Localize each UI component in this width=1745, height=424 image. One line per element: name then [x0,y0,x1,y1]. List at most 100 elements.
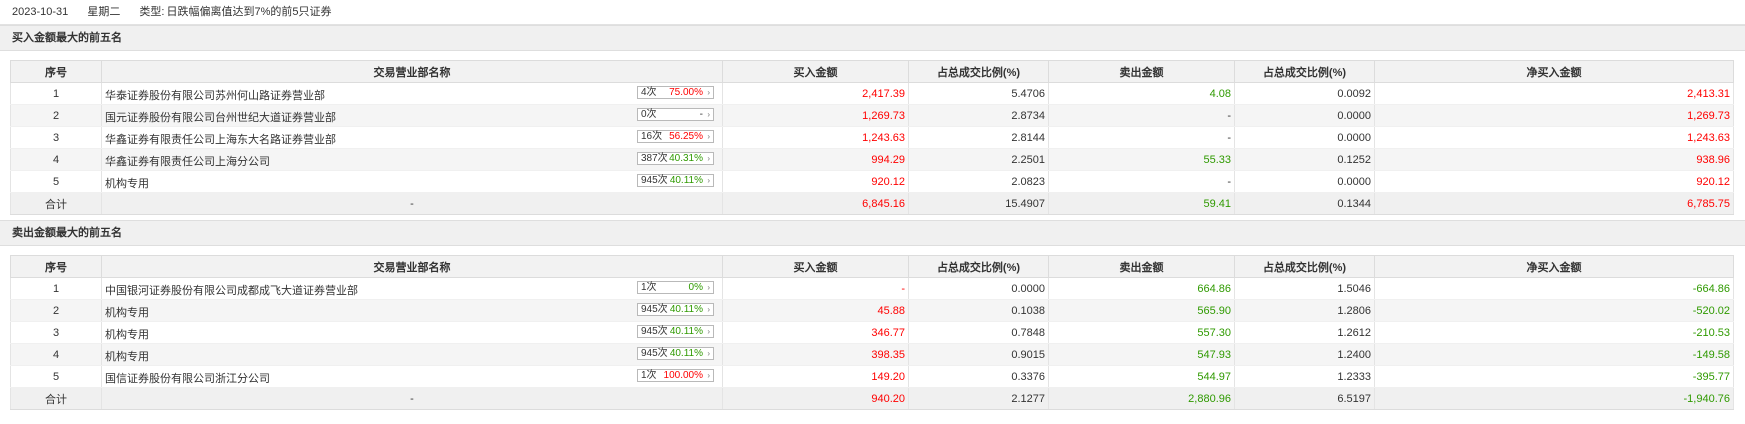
sell-amount: 544.97 [1048,365,1235,388]
col-header-sell-ratio: 占总成交比例(%) [1234,255,1375,278]
sell-ratio: 0.0000 [1234,170,1375,193]
branch-stats-link[interactable]: 0次 - › [637,108,714,121]
sell-ratio: 1.2612 [1234,321,1375,344]
total-sell-amount: 59.41 [1048,192,1235,215]
branch-name[interactable]: 机构专用 [105,348,149,364]
branch-stats-link[interactable]: 16次 56.25% › [637,130,714,143]
branch-stats-link[interactable]: 387次 40.31% › [637,152,714,165]
branch-stats-link[interactable]: 1次 0% › [637,281,714,294]
sell-ratio: 1.2806 [1234,299,1375,322]
branch-cell: 国信证券股份有限公司浙江分公司 1次 100.00% › [101,365,723,388]
sell-amount: 557.30 [1048,321,1235,344]
total-sell-ratio: 6.5197 [1234,387,1375,410]
col-header-index: 序号 [10,60,102,83]
trade-date: 2023-10-31 [12,6,69,18]
col-header-sell-ratio: 占总成交比例(%) [1234,60,1375,83]
chevron-right-icon: › [707,154,710,163]
total-row: 合计 -6,845.16 15.4907 59.41 0.1344 6,785.75 [10,192,1734,215]
table-row: 5 机构专用 945次 40.11% › 920.12 2.0823-0.0000 920.1… [10,170,1734,193]
sell-ratio: 1.2333 [1234,365,1375,388]
branch-stats-link[interactable]: 1次 100.00% › [637,369,714,382]
chevron-right-icon: › [707,305,710,314]
sell-top5-table: 序号 交易营业部名称 买入金额 占总成交比例(%) 卖出金额 占总成交比例(%)… [10,255,1734,410]
sell-amount: 664.86 [1048,277,1235,300]
branch-name[interactable]: 华泰证券股份有限公司苏州何山路证券营业部 [105,87,325,103]
chevron-right-icon: › [707,88,710,97]
sell-ratio: 0.0000 [1234,104,1375,127]
row-index: 3 [10,321,102,344]
win-rate: 100.00% [663,370,703,381]
total-buy-amount: 940.20 [722,387,909,410]
branch-name[interactable]: 机构专用 [105,326,149,342]
buy-amount: 994.29 [722,148,909,171]
buy-table-header: 序号 交易营业部名称 买入金额 占总成交比例(%) 卖出金额 占总成交比例(%)… [10,60,1734,83]
branch-name[interactable]: 国元证券股份有限公司台州世纪大道证券营业部 [105,109,336,125]
buy-top5-table: 序号 交易营业部名称 买入金额 占总成交比例(%) 卖出金额 占总成交比例(%)… [10,60,1734,215]
net-buy-amount: 2,413.31 [1374,82,1734,105]
type-value: 日跌幅偏离值达到7%的前5只证券 [166,6,332,18]
buy-ratio: 2.2501 [908,148,1049,171]
table-row: 1 华泰证券股份有限公司苏州何山路证券营业部 4次 75.00% › 2,417.39 5.… [10,82,1734,105]
branch-name[interactable]: 国信证券股份有限公司浙江分公司 [105,370,270,386]
buy-amount: - [722,277,909,300]
total-label: 合计 [10,387,102,410]
branch-name[interactable]: 机构专用 [105,175,149,191]
net-buy-amount: -520.02 [1374,299,1734,322]
branch-name[interactable]: 中国银河证券股份有限公司成都成飞大道证券营业部 [105,282,358,298]
branch-stats-link[interactable]: 945次 40.11% › [637,303,714,316]
total-net-buy: 6,785.75 [1374,192,1734,215]
branch-stats-link[interactable]: 945次 40.11% › [637,174,714,187]
col-header-sell-amount: 卖出金额 [1048,255,1235,278]
col-header-buy-ratio: 占总成交比例(%) [908,255,1049,278]
listing-count: 387次 [641,153,668,164]
buy-ratio: 5.4706 [908,82,1049,105]
listing-count: 945次 [641,348,668,359]
branch-stats-link[interactable]: 4次 75.00% › [637,86,714,99]
win-rate: 40.11% [669,326,703,337]
chevron-right-icon: › [707,349,710,358]
table-row: 1 中国银河证券股份有限公司成都成飞大道证券营业部 1次 0% › -0.0000 664.… [10,277,1734,300]
col-header-net-buy: 净买入金额 [1374,255,1734,278]
sell-ratio: 0.0000 [1234,126,1375,149]
branch-cell: 华鑫证券有限责任公司上海东大名路证券营业部 16次 56.25% › [101,126,723,149]
buy-ratio: 2.8144 [908,126,1049,149]
buy-amount: 920.12 [722,170,909,193]
table-row: 2 国元证券股份有限公司台州世纪大道证券营业部 0次 - › 1,269.73 2.8734… [10,104,1734,127]
net-buy-amount: -395.77 [1374,365,1734,388]
sell-amount: - [1048,126,1235,149]
buy-amount: 2,417.39 [722,82,909,105]
buy-amount: 1,243.63 [722,126,909,149]
branch-cell: 国元证券股份有限公司台州世纪大道证券营业部 0次 - › [101,104,723,127]
info-bar: 2023-10-31 星期二 类型: 日跌幅偏离值达到7%的前5只证券 [0,0,1745,25]
col-header-buy-ratio: 占总成交比例(%) [908,60,1049,83]
row-index: 4 [10,343,102,366]
branch-cell: 华泰证券股份有限公司苏州何山路证券营业部 4次 75.00% › [101,82,723,105]
chevron-right-icon: › [707,371,710,380]
branch-cell: 中国银河证券股份有限公司成都成飞大道证券营业部 1次 0% › [101,277,723,300]
buy-amount: 1,269.73 [722,104,909,127]
sell-amount: 4.08 [1048,82,1235,105]
win-rate: 40.11% [669,175,703,186]
total-branch: - [101,192,723,215]
sell-amount: - [1048,170,1235,193]
sell-amount: 565.90 [1048,299,1235,322]
branch-name[interactable]: 机构专用 [105,304,149,320]
chevron-right-icon: › [707,327,710,336]
buy-amount: 346.77 [722,321,909,344]
listing-count: 1次 [641,370,657,381]
buy-amount: 149.20 [722,365,909,388]
col-header-net-buy: 净买入金额 [1374,60,1734,83]
branch-name[interactable]: 华鑫证券有限责任公司上海东大名路证券营业部 [105,131,336,147]
sell-table-header: 序号 交易营业部名称 买入金额 占总成交比例(%) 卖出金额 占总成交比例(%)… [10,255,1734,278]
branch-cell: 机构专用 945次 40.11% › [101,170,723,193]
total-sell-amount: 2,880.96 [1048,387,1235,410]
net-buy-amount: 938.96 [1374,148,1734,171]
buy-ratio: 0.3376 [908,365,1049,388]
buy-amount: 398.35 [722,343,909,366]
branch-cell: 机构专用 945次 40.11% › [101,321,723,344]
branch-name[interactable]: 华鑫证券有限责任公司上海分公司 [105,153,270,169]
table-row: 3 华鑫证券有限责任公司上海东大名路证券营业部 16次 56.25% › 1,243.63… [10,126,1734,149]
listing-count: 1次 [641,282,657,293]
branch-stats-link[interactable]: 945次 40.11% › [637,325,714,338]
branch-stats-link[interactable]: 945次 40.11% › [637,347,714,360]
